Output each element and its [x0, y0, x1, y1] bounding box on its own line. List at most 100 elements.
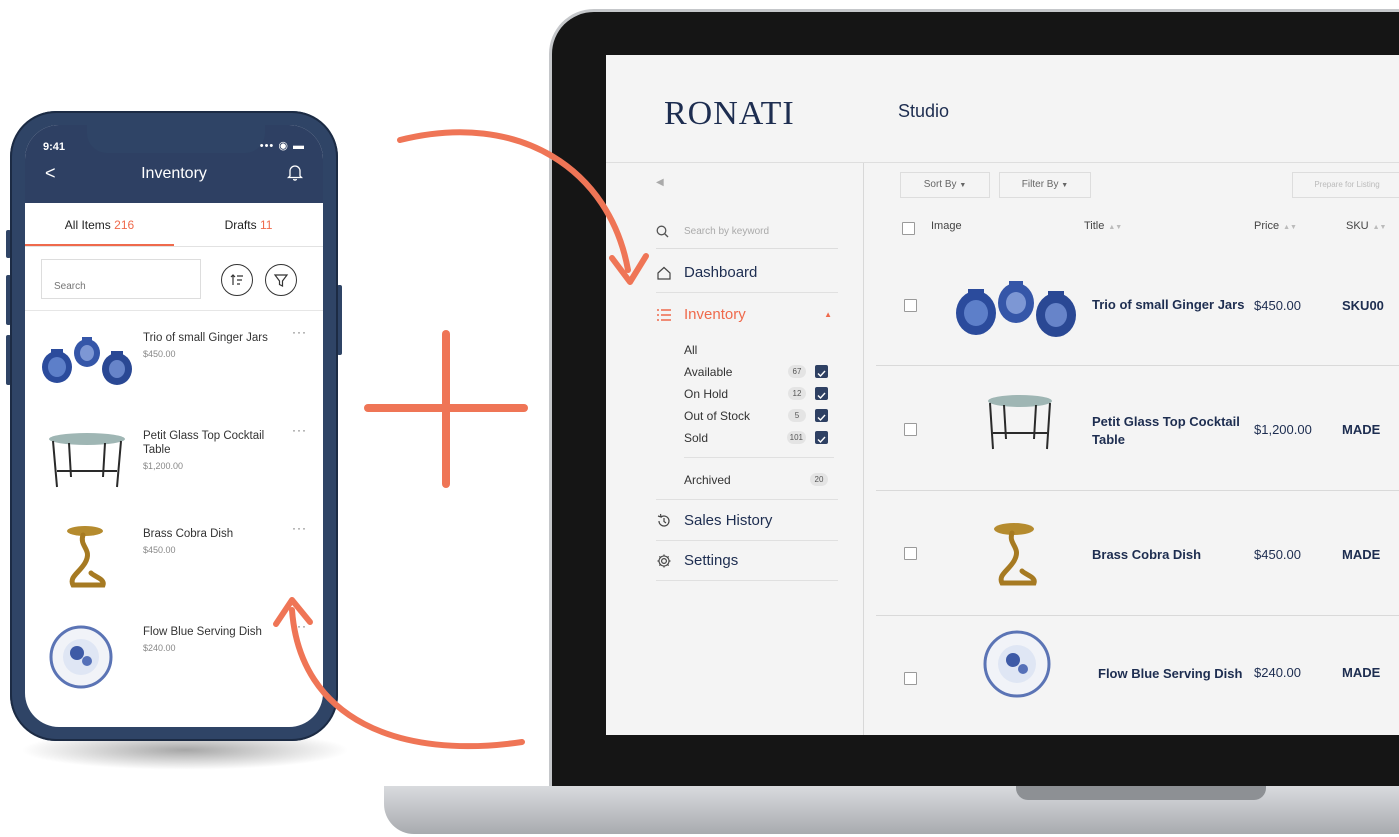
row-checkbox[interactable] — [904, 423, 917, 436]
gear-icon — [657, 554, 671, 568]
phone-tabs: All Items 216 Drafts 11 — [25, 203, 323, 247]
sidebar-item-dashboard[interactable]: Dashboard — [656, 253, 838, 293]
row-sku: MADE — [1342, 422, 1381, 437]
sidebar-item-label: Dashboard — [684, 264, 758, 281]
column-header-sku[interactable]: SKU ▲▼ — [1346, 220, 1386, 232]
filter-label: Out of Stock — [684, 409, 751, 423]
filter-label: Archived — [684, 473, 731, 487]
sort-arrows-icon: ▲▼ — [1108, 224, 1123, 231]
sidebar-item-settings[interactable]: Settings — [656, 541, 838, 581]
status-icons: ••• ◉ ▬ — [259, 140, 305, 152]
row-price: $1,200.00 — [1254, 422, 1312, 437]
tab-label: Drafts — [224, 218, 257, 232]
inventory-filter-archived[interactable]: Archived 20 — [684, 469, 834, 491]
sort-icon — [230, 274, 243, 285]
divider — [684, 457, 834, 458]
tab-count: 216 — [114, 218, 135, 232]
sort-arrows-icon: ▲▼ — [1283, 224, 1297, 231]
history-icon — [657, 513, 670, 527]
filter-label: All — [684, 343, 698, 357]
item-title: Petit Glass Top Cocktail Table — [143, 430, 265, 456]
sidebar: ◀ Search by keyword Dashboard Inventory … — [606, 163, 864, 735]
row-checkbox[interactable] — [904, 547, 917, 560]
item-price: $450.00 — [143, 545, 176, 555]
list-icon — [657, 309, 671, 321]
sidebar-item-sales-history[interactable]: Sales History — [656, 501, 838, 541]
filter-by-label: Filter By — [1021, 179, 1059, 190]
count-badge: 101 — [786, 431, 806, 444]
plus-sign — [442, 330, 450, 488]
sidebar-item-label: Sales History — [684, 512, 773, 529]
row-title[interactable]: Trio of small Ginger Jars — [1092, 296, 1244, 314]
prepare-for-listing-button[interactable]: Prepare for Listing — [1292, 172, 1399, 198]
row-price: $450.00 — [1254, 547, 1301, 562]
sidebar-search[interactable]: Search by keyword — [656, 215, 838, 249]
inventory-filter-out-of-stock[interactable]: Out of Stock 5 — [684, 405, 834, 427]
check-icon — [817, 392, 826, 400]
glass-table-image — [49, 433, 125, 488]
filter-by-dropdown[interactable]: Filter By ▼ — [999, 172, 1091, 198]
ronati-logo[interactable]: RONATI — [664, 95, 795, 133]
divider — [656, 499, 838, 500]
tab-count: 11 — [259, 218, 273, 232]
status-time: 9:41 — [43, 141, 66, 153]
inventory-filter-available[interactable]: Available 67 — [684, 361, 834, 383]
tab-drafts[interactable]: Drafts 11 — [174, 203, 323, 246]
item-price: $450.00 — [143, 349, 176, 359]
row-title[interactable]: Petit Glass Top Cocktail Table — [1092, 413, 1242, 449]
row-title[interactable]: Flow Blue Serving Dish — [1098, 665, 1242, 683]
row-checkbox[interactable] — [904, 672, 917, 685]
search-input[interactable] — [41, 259, 201, 299]
tab-all-items[interactable]: All Items 216 — [25, 203, 174, 246]
column-header-title[interactable]: Title ▲▼ — [1084, 220, 1122, 232]
list-item[interactable]: Brass Cobra Dish $450.00 ··· — [25, 507, 323, 605]
caret-up-icon[interactable]: ▲ — [824, 295, 832, 335]
search-placeholder: Search by keyword — [684, 226, 770, 237]
count-badge: 67 — [788, 365, 806, 378]
more-options-icon[interactable]: ··· — [292, 619, 307, 633]
filter-icon — [273, 274, 289, 287]
row-sku: SKU00 — [1342, 298, 1384, 313]
column-label: Price — [1254, 220, 1280, 232]
sidebar-item-label: Inventory — [684, 306, 746, 323]
count-badge: 20 — [810, 473, 828, 486]
row-price: $240.00 — [1254, 665, 1301, 680]
sort-button[interactable] — [221, 264, 253, 296]
sort-by-dropdown[interactable]: Sort By ▼ — [900, 172, 990, 198]
checkbox-checked[interactable] — [815, 387, 828, 400]
cobra-dish-image — [67, 526, 106, 588]
row-checkbox[interactable] — [904, 299, 917, 312]
inventory-filter-all[interactable]: All — [684, 339, 834, 361]
more-options-icon[interactable]: ··· — [292, 521, 307, 535]
item-name: Petit Glass Top Cocktail Table $1,200.00 — [143, 429, 271, 473]
row-title[interactable]: Brass Cobra Dish — [1092, 546, 1201, 564]
checkbox-checked[interactable] — [815, 365, 828, 378]
sort-arrows-icon: ▲▼ — [1372, 224, 1387, 231]
sidebar-item-label: Settings — [684, 552, 739, 569]
checkbox-checked[interactable] — [815, 431, 828, 444]
collapse-sidebar-icon[interactable]: ◀ — [656, 177, 664, 188]
more-options-icon[interactable]: ··· — [292, 325, 307, 339]
bell-icon[interactable] — [287, 163, 303, 181]
phone-notch — [87, 125, 265, 153]
page-title: Studio — [898, 101, 950, 121]
column-header-price[interactable]: Price ▲▼ — [1254, 220, 1297, 232]
list-item[interactable]: Trio of small Ginger Jars $450.00 ··· — [25, 311, 323, 409]
filter-button[interactable] — [265, 264, 297, 296]
item-price: $1,200.00 — [143, 461, 184, 471]
inventory-filter-on-hold[interactable]: On Hold 12 — [684, 383, 834, 405]
inventory-filter-sold[interactable]: Sold 101 — [684, 427, 834, 449]
sidebar-item-inventory[interactable]: Inventory ▲ — [656, 295, 838, 335]
tab-label: All Items — [64, 218, 111, 232]
list-item[interactable]: Petit Glass Top Cocktail Table $1,200.00… — [25, 409, 323, 507]
ginger-jars-image — [42, 337, 132, 385]
check-icon — [817, 414, 826, 422]
checkbox-checked[interactable] — [815, 409, 828, 422]
select-all-checkbox[interactable] — [902, 222, 915, 235]
more-options-icon[interactable]: ··· — [292, 423, 307, 437]
list-item[interactable]: Flow Blue Serving Dish $240.00 ··· — [25, 605, 323, 703]
filter-label: On Hold — [684, 387, 729, 401]
check-icon — [817, 370, 826, 378]
item-title: Trio of small Ginger Jars — [143, 332, 268, 344]
phone-list: Trio of small Ginger Jars $450.00 ··· Pe… — [25, 247, 323, 703]
